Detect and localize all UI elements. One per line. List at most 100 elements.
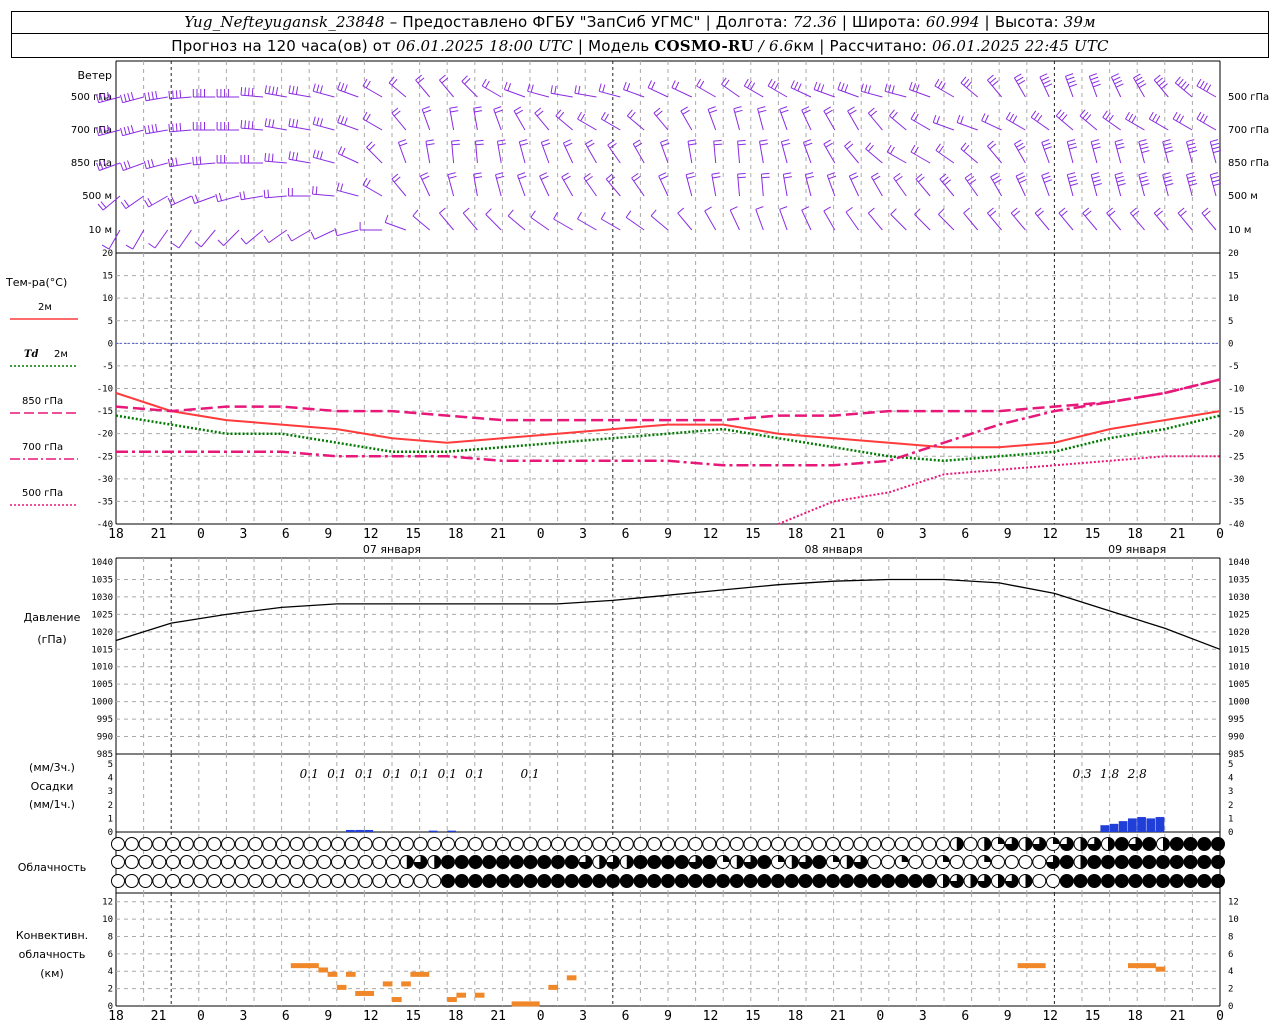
wind-barb [1114,172,1126,197]
wind-barb [960,142,979,164]
time-tick-label-bottom: 18 [108,1009,124,1024]
cloud-symbol [179,874,194,888]
temperature-tick-left: -30 [97,475,113,485]
temperature-tick-right: 0 [1228,339,1233,349]
cloud-symbol [221,837,235,851]
cloud-symbol [317,855,332,869]
precip-tick-left: 1 [108,814,113,824]
cloud-symbol [496,874,510,888]
convective-segment [456,992,467,998]
time-tick-label: 18 [788,527,804,542]
temperature-axis-label: Тем-ра(°C) [5,276,67,289]
convective-tick-right: 12 [1228,898,1239,908]
wind-barb [844,140,859,164]
cloud-symbol [881,874,895,888]
temperature-tick-left: -20 [97,430,113,440]
wind-barb [1186,139,1198,164]
wind-barb [847,106,860,131]
precip-unit-1h: (мм/1ч.) [29,798,75,811]
wind-barb [707,106,718,131]
precip-total-label: 0.1 [465,767,484,781]
pressure-tick-left: 995 [97,715,113,725]
wind-barb [865,142,883,164]
wind-barb [310,229,335,240]
cloud-symbol-fill [956,837,964,851]
wind-barb [462,207,478,231]
convective-segment [300,963,310,969]
cloud-symbol [1046,874,1060,888]
cloud-symbol [386,855,400,869]
cloud-symbol-fill [1108,837,1115,851]
cloud-symbol [564,837,579,851]
cloud-symbol-fill [998,874,1005,888]
cloud-symbol [482,837,497,851]
cloud-symbol [1211,855,1225,869]
cloud-symbol [221,874,235,888]
cloud-symbol [894,874,909,888]
cloud-symbol [331,837,345,851]
precip-tick-right: 3 [1228,787,1233,797]
time-tick-label-bottom: 0 [1216,1009,1224,1024]
pressure-tick-left: 1020 [91,628,113,638]
temperature-tick-right: -20 [1228,430,1244,440]
cloud-symbol [578,874,593,888]
cloud-symbol [1211,837,1225,851]
wind-barb [120,160,144,171]
cloud-symbol [606,874,620,888]
cloud-symbol [551,874,565,888]
cloud-symbol [386,874,400,888]
cloud-symbol [427,874,442,888]
cloud-symbol [1183,874,1198,888]
cloud-symbol [262,855,277,869]
time-tick-label-bottom: 6 [622,1009,630,1024]
wind-barb [550,85,573,98]
wind-barb [362,177,383,197]
convective-tick-left: 2 [108,985,113,995]
wind-barb [312,186,335,197]
cloud-symbol [193,874,208,888]
wind-barb [1138,139,1150,164]
convective-tick-right: 2 [1228,985,1233,995]
wind-barb [1177,207,1193,231]
wind-barb-row [96,73,1217,104]
wind-barb [192,122,216,131]
time-tick-label-bottom: 21 [151,1009,167,1024]
cloud-symbol-fill [791,855,799,869]
cloud-symbol [674,855,689,869]
wind-barb [782,172,792,197]
convective-segment [346,971,356,977]
wind-barb [493,106,503,131]
cloud-symbol [688,837,703,851]
wind-barb [513,106,526,131]
time-tick-label: 18 [1127,527,1143,542]
temperature-tick-right: -25 [1228,452,1244,462]
convective-tick-left: 12 [102,898,113,908]
cloud-row [111,855,1225,869]
precip-axis-label: Осадки [31,780,74,793]
time-tick-label-bottom: 21 [830,1009,846,1024]
cloud-symbol [1142,855,1157,869]
wind-barb [287,229,311,242]
time-tick-label: 0 [197,527,205,542]
wind-barb [737,139,746,164]
wind-barb [1013,73,1026,98]
wind-level-label-left: 500 м [82,191,112,202]
wind-barb [415,74,431,98]
day-label: 07 января [363,543,421,556]
precip-total-label: 0.1 [438,767,457,781]
wind-barb [867,207,883,231]
time-tick-label: 21 [490,527,506,542]
time-tick-label: 0 [1216,527,1224,542]
cloud-symbol [564,874,579,888]
wind-barb [585,139,597,164]
temperature-tick-right: -10 [1228,385,1244,395]
cloud-symbol [441,837,455,851]
pressure-tick-right: 990 [1228,733,1244,743]
cloud-symbol-fill [1025,837,1033,851]
cloud-symbol [248,855,263,869]
cloud-symbol [1114,837,1129,851]
wind-barb [1079,109,1098,131]
cloud-symbol [441,855,455,869]
pressure-tick-right: 1040 [1228,558,1250,568]
precip-tick-right: 5 [1228,760,1233,770]
